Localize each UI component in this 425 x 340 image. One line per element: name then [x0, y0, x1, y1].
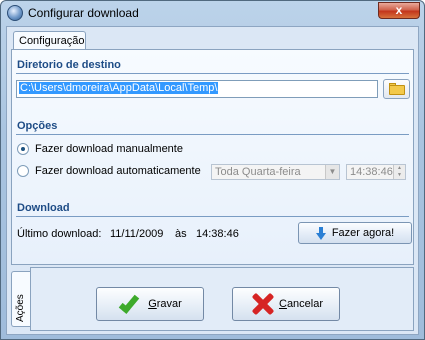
destination-divider: [16, 73, 409, 74]
last-download-date: 11/11/2009: [110, 228, 164, 240]
cancel-button-label: Cancelar: [278, 298, 324, 310]
tab-configuracao[interactable]: Configuração: [13, 31, 86, 50]
radio-manual-download[interactable]: Fazer download manualmente: [17, 143, 183, 155]
radio-auto-indicator[interactable]: [17, 165, 29, 177]
title-bar[interactable]: Configurar download x: [1, 1, 424, 25]
spin-up-icon[interactable]: ▲: [394, 165, 405, 172]
destination-heading: Diretorio de destino: [17, 59, 121, 71]
window-title: Configurar download: [28, 6, 139, 20]
checkmark-icon: [118, 291, 144, 317]
arrow-down-icon: [315, 226, 326, 240]
download-divider: [16, 216, 409, 217]
last-download-label: Último download:: [17, 228, 102, 240]
last-download-time: 14:38:46: [196, 228, 239, 240]
chevron-down-icon[interactable]: ▼: [325, 165, 339, 179]
last-download-at-label: às: [175, 228, 187, 240]
download-heading: Download: [17, 202, 70, 214]
folder-icon-body: [389, 85, 405, 95]
close-button[interactable]: x: [378, 2, 420, 19]
destination-path-input[interactable]: C:\Users\dmoreira\AppData\Local\Temp\: [16, 80, 378, 98]
app-globe-icon: [7, 5, 23, 21]
acoes-tab-label: Ações: [15, 294, 26, 322]
save-button-label: Gravar: [148, 298, 182, 310]
close-x-icon: [249, 291, 275, 317]
time-spinner[interactable]: ▲ ▼: [393, 165, 405, 179]
config-download-window: Configurar download x Configuração Diret…: [0, 0, 425, 340]
schedule-time-input[interactable]: 14:38:46 ▲ ▼: [346, 164, 406, 180]
save-button[interactable]: Gravar: [96, 287, 204, 321]
spin-down-icon[interactable]: ▼: [394, 172, 405, 179]
actions-panel: Gravar Cancelar: [30, 267, 414, 331]
dialog-client-area: Configuração Diretorio de destino C:\Use…: [6, 26, 419, 335]
schedule-day-select[interactable]: Toda Quarta-feira ▼: [211, 164, 340, 180]
download-now-label: Fazer agora!: [331, 227, 395, 239]
destination-path-value: C:\Users\dmoreira\AppData\Local\Temp\: [19, 82, 219, 94]
radio-manual-indicator[interactable]: [17, 143, 29, 155]
schedule-time-value: 14:38:46: [350, 166, 393, 178]
schedule-day-value: Toda Quarta-feira: [215, 166, 301, 178]
browse-folder-button[interactable]: [383, 79, 410, 99]
radio-auto-download[interactable]: Fazer download automaticamente: [17, 165, 201, 177]
options-heading: Opções: [17, 120, 58, 132]
tab-acoes[interactable]: Ações: [11, 271, 31, 327]
radio-auto-label: Fazer download automaticamente: [35, 165, 201, 177]
radio-manual-label: Fazer download manualmente: [35, 143, 183, 155]
tab-panel-configuracao: Diretorio de destino C:\Users\dmoreira\A…: [11, 49, 414, 265]
cancel-button[interactable]: Cancelar: [232, 287, 340, 321]
download-now-button[interactable]: Fazer agora!: [298, 222, 412, 244]
options-divider: [16, 134, 409, 135]
